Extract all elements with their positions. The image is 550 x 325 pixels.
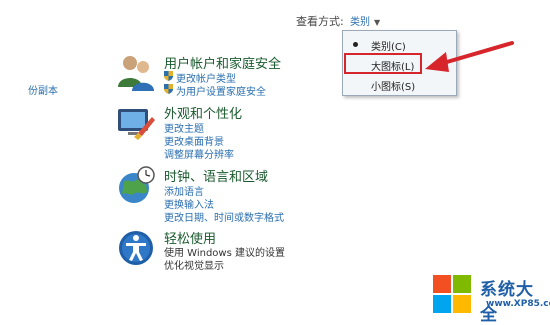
link-label: 为用户设置家庭安全 bbox=[176, 87, 266, 98]
selected-bullet-icon bbox=[353, 42, 358, 47]
menu-item-label: 小图标(S) bbox=[371, 82, 416, 93]
dropdown-caret-icon: ▼ bbox=[374, 18, 381, 27]
clock-globe-icon bbox=[119, 166, 155, 203]
category-link[interactable]: 更改日期、时间或数字格式 bbox=[164, 209, 284, 224]
watermark: 系统大全 www.XP85.com bbox=[432, 270, 550, 325]
accessibility-icon bbox=[119, 231, 153, 265]
menu-item-category[interactable]: 类别(C) bbox=[343, 35, 456, 53]
category-link[interactable]: 调整屏幕分辨率 bbox=[164, 146, 234, 161]
view-by-label: 查看方式: bbox=[296, 15, 344, 28]
category-link[interactable]: 为用户设置家庭安全 bbox=[164, 83, 266, 98]
windows-logo-icon bbox=[433, 275, 471, 313]
control-panel-window: 份副本 查看方式: 类别 ▼ 类别(C) 大图标(L) 小图标(S) 用户帐户和家… bbox=[0, 0, 550, 325]
watermark-url: www.XP85.com bbox=[486, 299, 550, 309]
users-icon bbox=[118, 56, 154, 91]
appearance-icon bbox=[118, 109, 155, 140]
menu-item-label: 类别(C) bbox=[371, 42, 406, 53]
view-by-dropdown[interactable]: 类别 ▼ bbox=[350, 13, 380, 28]
shield-icon bbox=[164, 84, 173, 94]
highlight-box bbox=[344, 53, 422, 74]
menu-item-small-icons[interactable]: 小图标(S) bbox=[343, 75, 456, 93]
view-by-value: 类别 bbox=[350, 17, 370, 28]
category-link[interactable]: 优化视觉显示 bbox=[164, 257, 224, 272]
left-cutoff-text: 份副本 bbox=[28, 86, 58, 97]
shield-icon bbox=[164, 71, 173, 81]
